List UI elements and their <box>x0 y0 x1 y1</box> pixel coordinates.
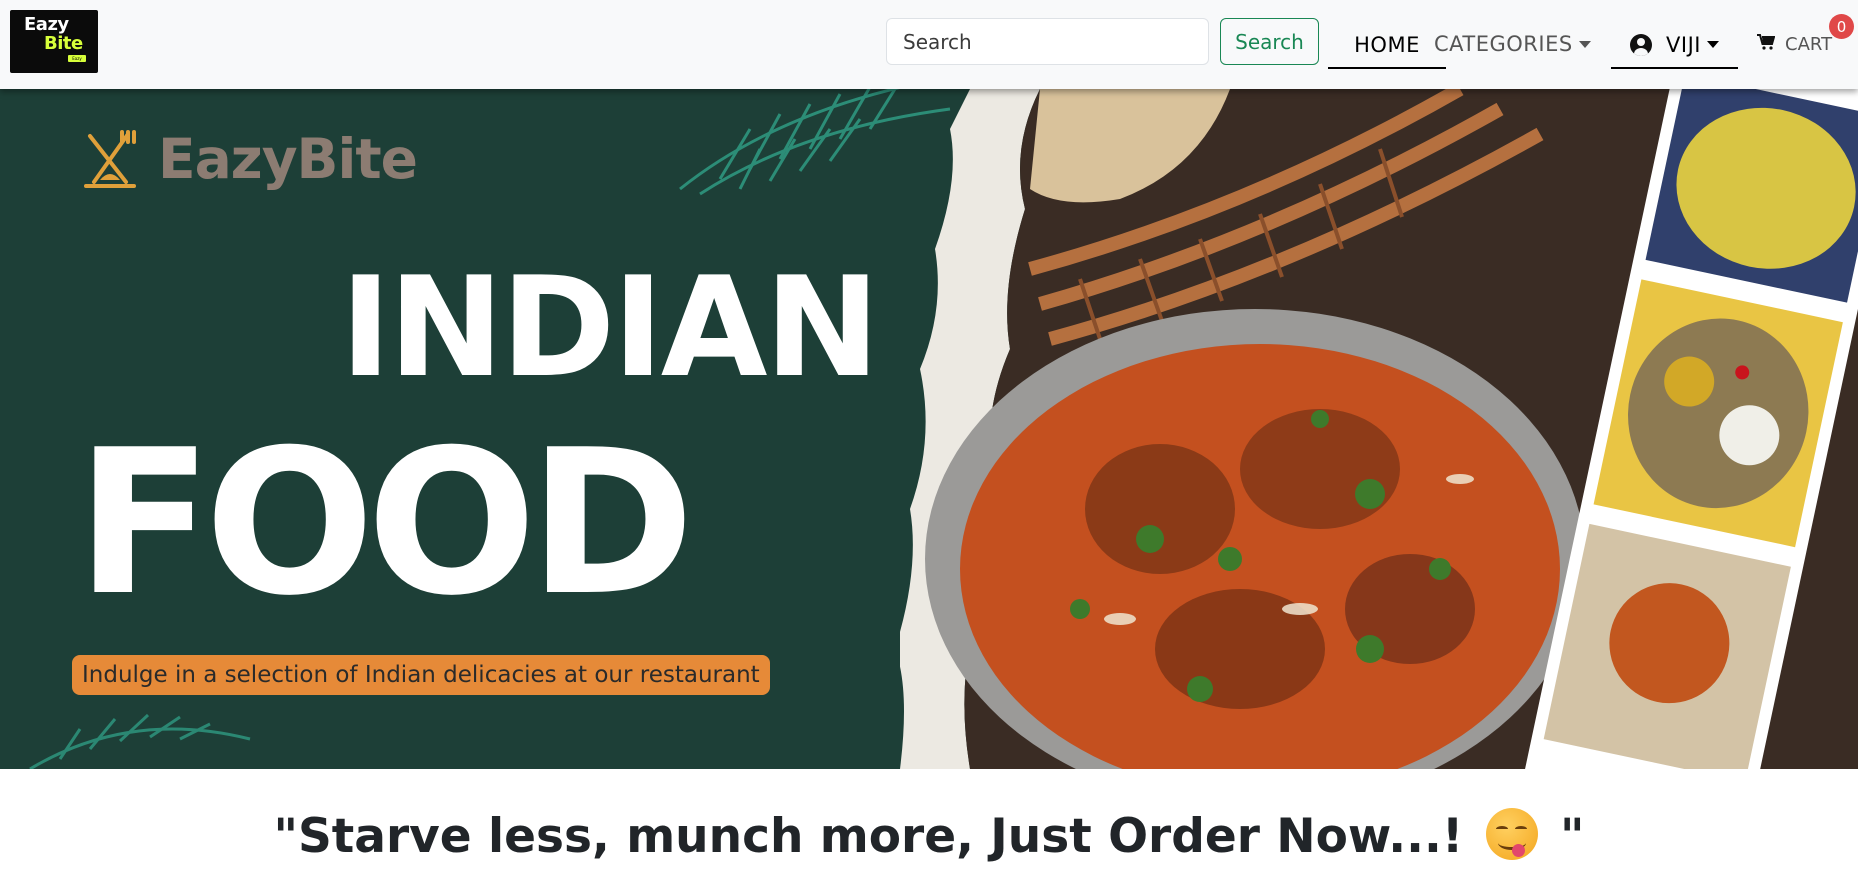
eazybite-logo[interactable]: Eazy Bite Eazy <box>10 10 98 73</box>
quote-text-end: " <box>1543 809 1585 864</box>
nav-user-label: VIJI <box>1666 32 1701 57</box>
search-input[interactable] <box>886 18 1209 65</box>
search-button[interactable]: Search <box>1220 18 1319 65</box>
leaf-decoration <box>29 713 251 769</box>
logo-text-line1: Eazy <box>24 14 69 35</box>
logo-text-line2: Bite <box>44 33 83 54</box>
quote-text-start: "Starve less, munch more, Just Order Now… <box>273 809 1480 864</box>
nav-user-dropdown[interactable]: VIJI <box>1611 22 1738 69</box>
nav-home-label: HOME <box>1354 32 1420 57</box>
chevron-down-icon <box>1706 41 1719 48</box>
tagline-quote: "Starve less, munch more, Just Order Now… <box>0 808 1858 864</box>
nav-home-link[interactable]: HOME <box>1328 22 1446 69</box>
logo-text-line3: Eazy <box>68 55 86 62</box>
navbar: Eazy Bite Eazy Search HOME CATEGORIES VI… <box>0 0 1858 89</box>
cart-icon <box>1757 33 1776 55</box>
hero-brand: EazyBite <box>82 127 418 191</box>
fork-knife-icon <box>84 130 136 188</box>
user-circle-icon <box>1630 33 1653 56</box>
food-photo <box>900 89 1858 769</box>
yum-face-emoji-icon <box>1485 808 1538 860</box>
hero-tagline: Indulge in a selection of Indian delicac… <box>72 655 770 695</box>
chevron-down-icon <box>1578 40 1591 48</box>
nav-categories-dropdown[interactable]: CATEGORIES <box>1434 22 1591 66</box>
nav-cart-link[interactable]: CART <box>1757 22 1832 66</box>
nav-cart-label: CART <box>1785 33 1833 55</box>
cart-count-badge: 0 <box>1829 14 1854 39</box>
hero-title-line1: INDIAN <box>340 247 880 408</box>
hero-title-line2: FOOD <box>76 407 695 640</box>
hero-banner: EazyBite INDIAN FOOD Indulge in a select… <box>0 89 1858 769</box>
nav-categories-label: CATEGORIES <box>1434 32 1573 56</box>
hero-brand-name: EazyBite <box>158 127 418 191</box>
